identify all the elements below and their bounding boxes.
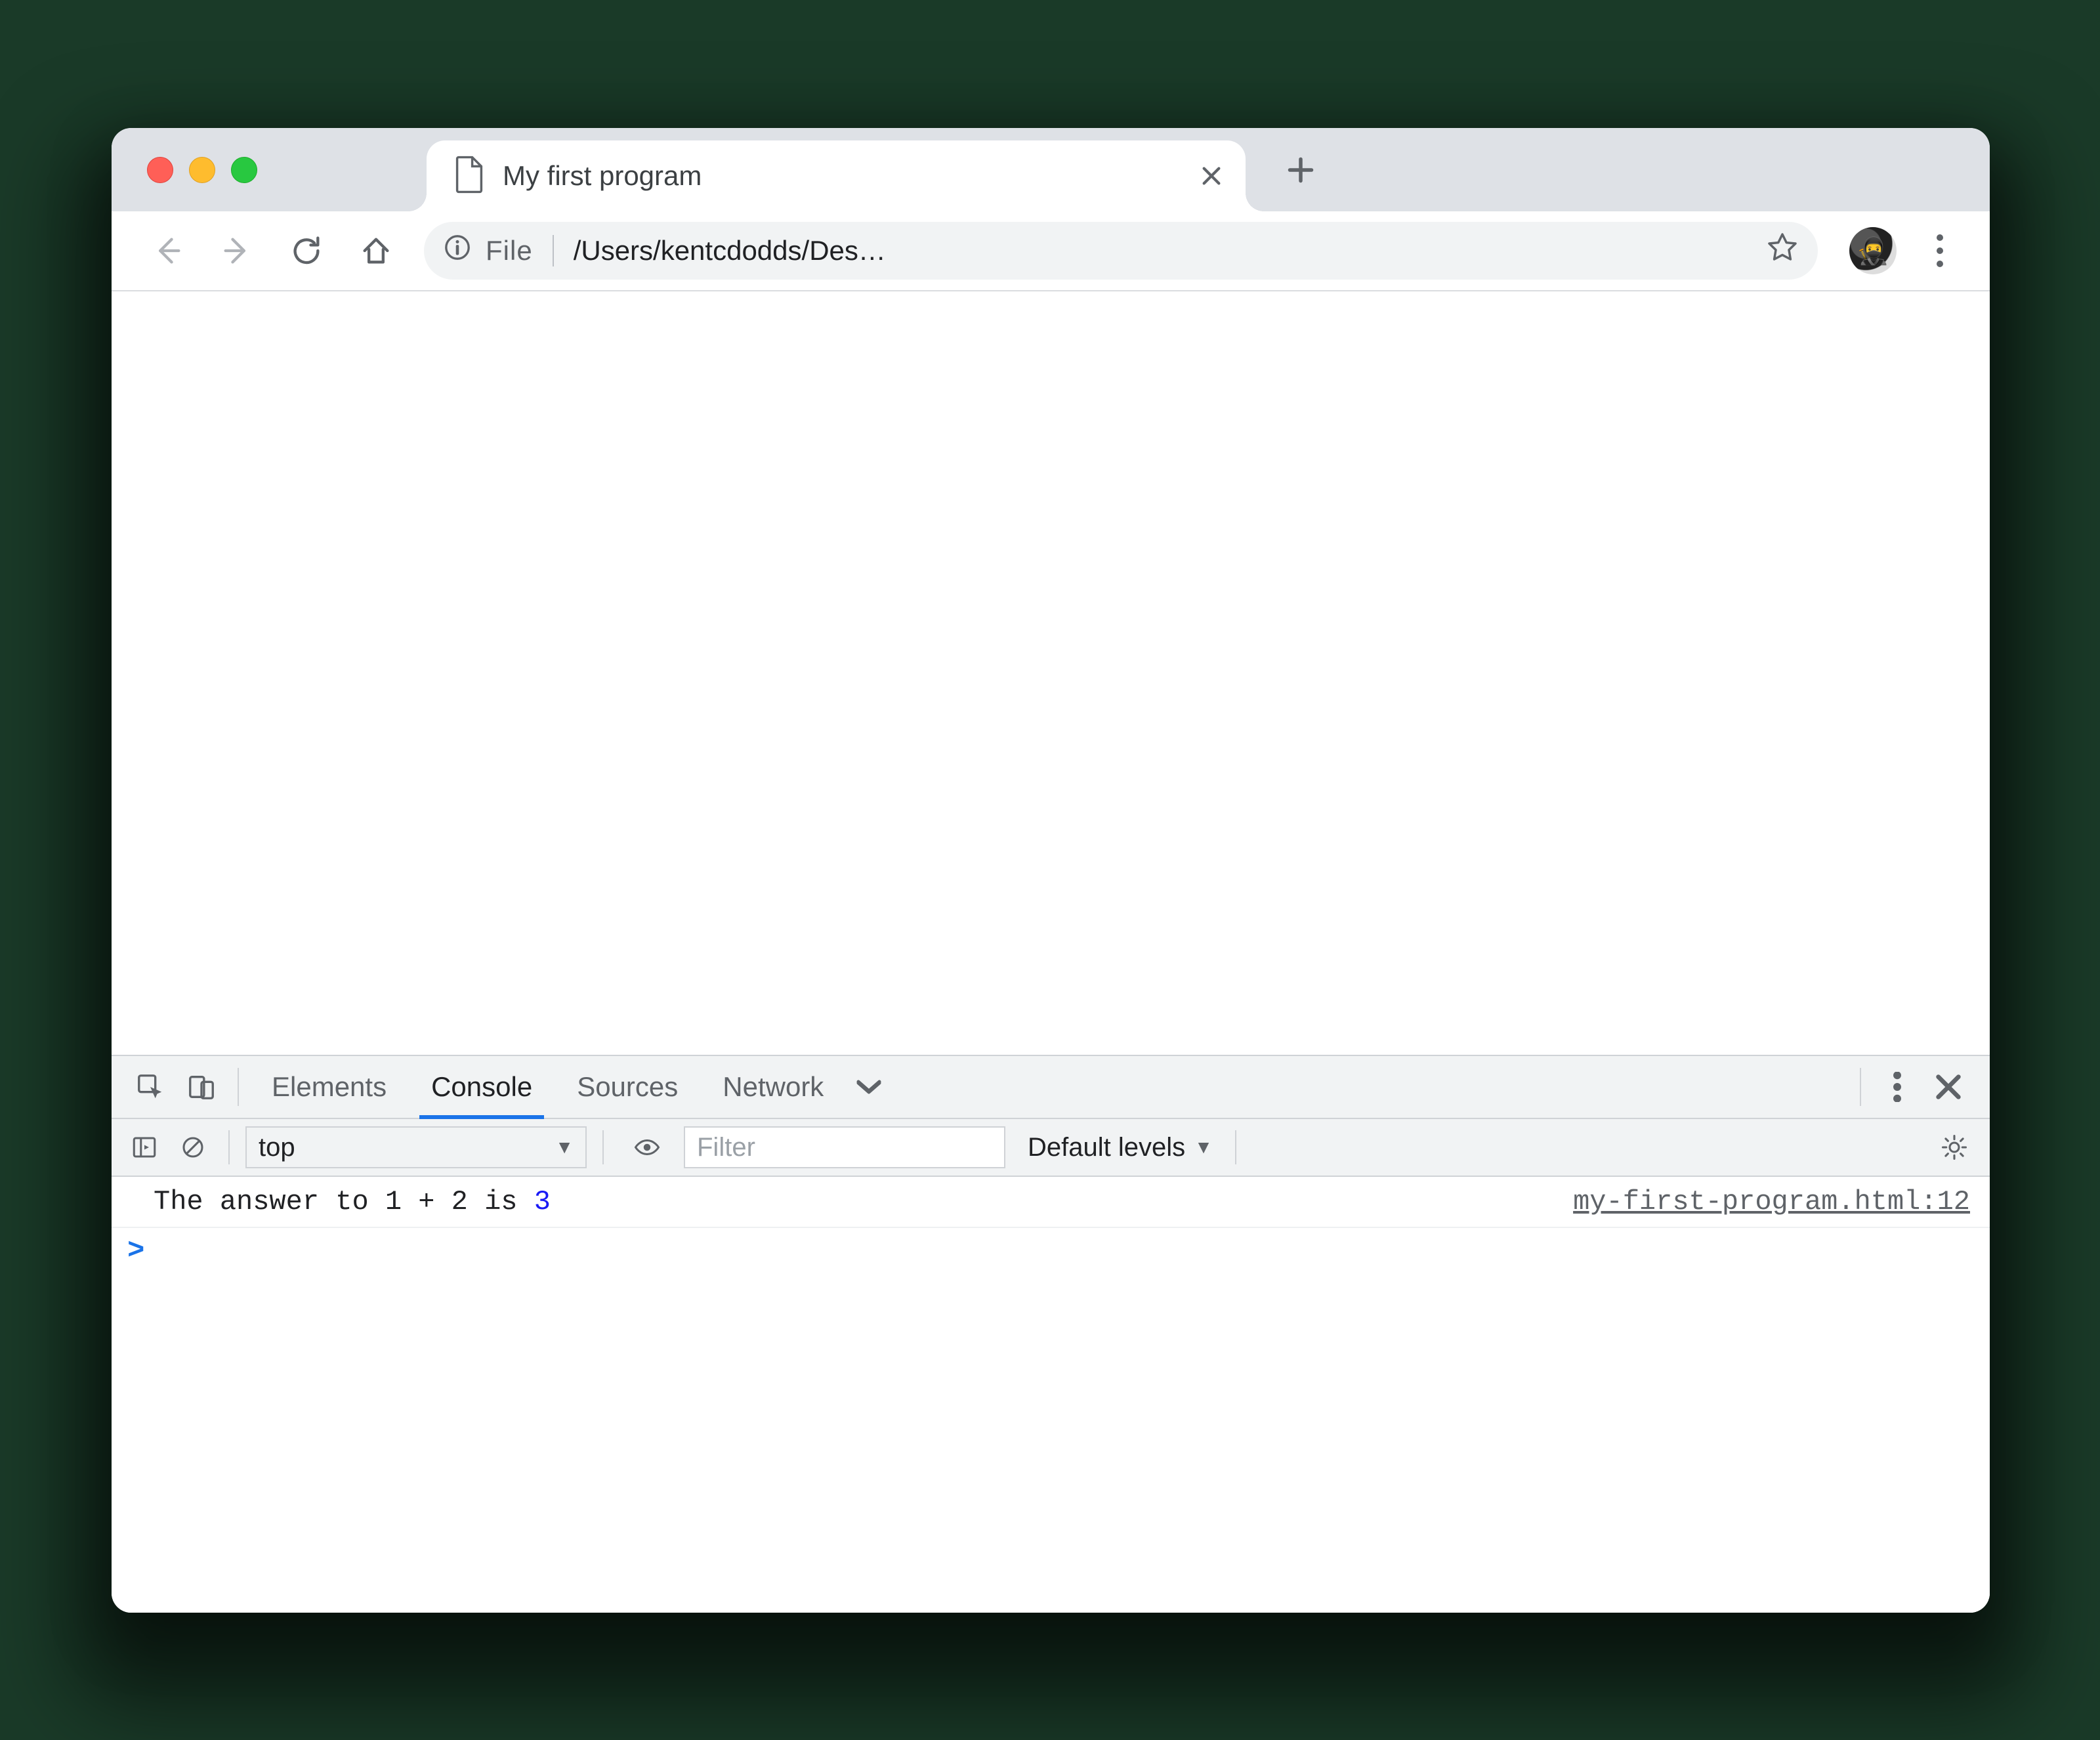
close-window-button[interactable] — [147, 157, 173, 183]
console-log-entry[interactable]: The answer to 1 + 2 is 3 my-first-progra… — [112, 1177, 1990, 1228]
tab-title: My first program — [503, 160, 1179, 192]
profile-avatar[interactable]: 🥷 — [1849, 227, 1897, 274]
tab-strip: My first program — [112, 128, 1990, 211]
devtools-more-tabs-button[interactable] — [846, 1056, 892, 1118]
prompt-caret-icon: > — [127, 1235, 144, 1267]
tab-label: Console — [431, 1071, 532, 1103]
devtools-tab-network[interactable]: Network — [700, 1056, 846, 1118]
active-tab[interactable]: My first program — [427, 140, 1246, 211]
browser-menu-button[interactable] — [1920, 231, 1960, 270]
site-info-icon[interactable] — [444, 234, 471, 268]
devtools-tab-elements[interactable]: Elements — [249, 1056, 409, 1118]
execution-context-selector[interactable]: top ▼ — [245, 1126, 587, 1168]
reload-button[interactable] — [277, 221, 336, 280]
devtools-panel: Elements Console Sources Network — [112, 1055, 1990, 1613]
live-expression-button[interactable] — [627, 1128, 667, 1167]
divider — [602, 1130, 604, 1164]
page-viewport — [112, 291, 1990, 1055]
new-tab-button[interactable] — [1282, 152, 1319, 188]
tab-label: Sources — [577, 1071, 678, 1103]
devtools-tab-sources[interactable]: Sources — [555, 1056, 700, 1118]
url-path: /Users/kentcdodds/Des… — [574, 235, 1752, 266]
console-prompt[interactable]: > — [112, 1228, 1990, 1274]
close-tab-button[interactable] — [1197, 161, 1226, 190]
log-message: The answer to 1 + 2 is 3 — [154, 1186, 551, 1218]
levels-label: Default levels — [1028, 1133, 1185, 1162]
log-source-link[interactable]: my-first-program.html:12 — [1573, 1186, 1970, 1218]
back-button[interactable] — [138, 221, 197, 280]
devtools-close-button[interactable] — [1923, 1056, 1974, 1118]
chevron-down-icon: ▼ — [555, 1137, 574, 1158]
clear-console-button[interactable] — [173, 1128, 213, 1167]
device-toolbar-button[interactable] — [176, 1056, 227, 1118]
devtools-tabbar: Elements Console Sources Network — [112, 1056, 1990, 1119]
url-scheme-label: File — [486, 235, 533, 266]
devtools-menu-button[interactable] — [1872, 1056, 1923, 1118]
address-bar[interactable]: File /Users/kentcdodds/Des… — [424, 222, 1818, 280]
divider — [238, 1068, 239, 1106]
console-filter-input[interactable] — [684, 1126, 1005, 1168]
context-label: top — [259, 1133, 295, 1162]
tab-label: Network — [723, 1071, 824, 1103]
divider — [228, 1130, 230, 1164]
console-toolbar: top ▼ Default levels ▼ — [112, 1119, 1990, 1177]
minimize-window-button[interactable] — [189, 157, 215, 183]
fullscreen-window-button[interactable] — [231, 157, 257, 183]
inspect-element-button[interactable] — [125, 1056, 176, 1118]
bookmark-button[interactable] — [1767, 232, 1798, 270]
browser-toolbar: File /Users/kentcdodds/Des… 🥷 — [112, 211, 1990, 291]
window-controls — [147, 157, 257, 183]
log-level-selector[interactable]: Default levels ▼ — [1028, 1133, 1213, 1162]
forward-button[interactable] — [207, 221, 266, 280]
browser-window: My first program — [112, 128, 1990, 1613]
console-sidebar-toggle[interactable] — [125, 1128, 164, 1167]
divider — [1860, 1068, 1861, 1106]
console-settings-button[interactable] — [1935, 1128, 1974, 1167]
tab-label: Elements — [272, 1071, 387, 1103]
chevron-down-icon: ▼ — [1194, 1137, 1213, 1158]
file-icon — [454, 156, 484, 197]
devtools-tab-console[interactable]: Console — [409, 1056, 555, 1118]
console-output: The answer to 1 + 2 is 3 my-first-progra… — [112, 1177, 1990, 1613]
log-text: The answer to 1 + 2 is — [154, 1186, 534, 1218]
divider — [1235, 1130, 1236, 1164]
url-separator — [553, 235, 554, 266]
log-number: 3 — [534, 1186, 551, 1218]
home-button[interactable] — [346, 221, 406, 280]
